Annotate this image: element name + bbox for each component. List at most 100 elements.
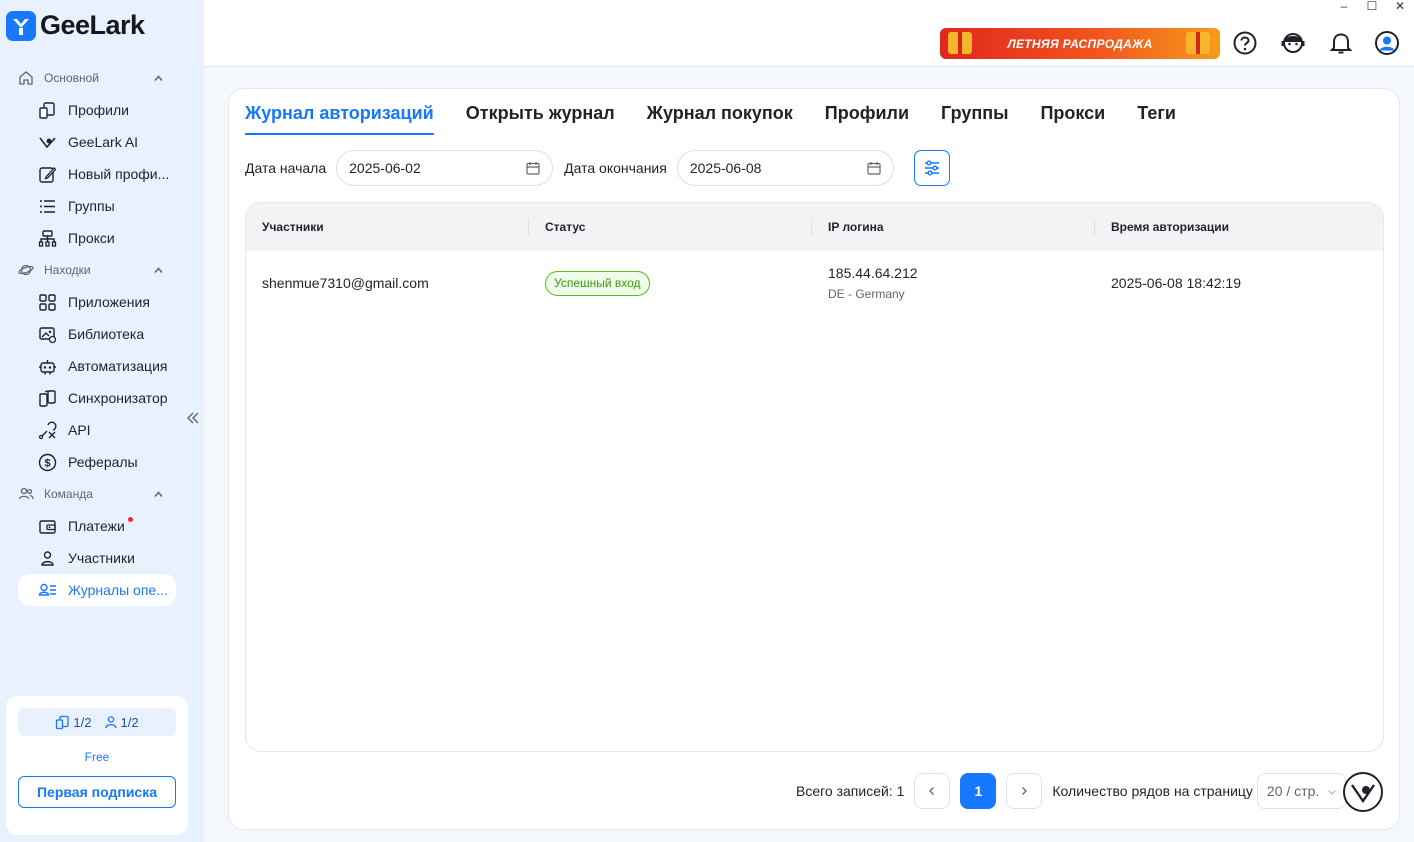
sidebar-item-label: Участники (68, 550, 135, 566)
chevron-right-icon (1022, 787, 1028, 795)
promo-text: ЛЕТНЯЯ РАСПРОДАЖА (1007, 36, 1153, 51)
team-icon (18, 487, 34, 500)
tab-groups[interactable]: Группы (941, 103, 1008, 135)
svg-text:$: $ (44, 457, 50, 469)
support-agent-icon[interactable] (1280, 30, 1306, 56)
tab-tags[interactable]: Теги (1137, 103, 1176, 135)
help-icon[interactable] (1232, 30, 1258, 56)
advanced-filter-button[interactable] (913, 150, 950, 186)
apps-icon (39, 293, 56, 311)
tab-open-log[interactable]: Открыть журнал (466, 103, 615, 135)
sidebar-item-label: Новый профи... (68, 166, 170, 182)
ip-location: DE - Germany (828, 287, 905, 301)
date-filters: Дата начала 2025-06-02 Дата окончания 20… (245, 150, 950, 186)
api-icon (38, 420, 57, 439)
sidebar-item-automation[interactable]: Автоматизация (0, 350, 176, 382)
column-header-time: Время авторизации (1111, 220, 1229, 234)
sidebar-item-new-profile[interactable]: Новый профи... (0, 158, 176, 190)
ip-address: 185.44.64.212 (828, 265, 918, 281)
sidebar-item-library[interactable]: Библиотека (0, 318, 176, 350)
total-records: Всего записей: 1 (796, 783, 905, 799)
sidebar-item-label: Группы (68, 198, 115, 214)
tab-proxy[interactable]: Прокси (1040, 103, 1105, 135)
sidebar-item-label: Прокси (68, 230, 115, 246)
close-icon[interactable]: ✕ (1386, 0, 1414, 14)
page-size-value: 20 / стр. (1266, 783, 1320, 799)
ai-icon (39, 136, 56, 148)
sidebar-item-operation-logs[interactable]: Журналы опе... (18, 574, 176, 606)
table-header: Участники Статус IP логина Время авториз… (246, 203, 1383, 251)
sidebar-nav: Основной Профили GeeLark AI Новый профи.… (0, 62, 204, 606)
geelark-logo-icon (6, 10, 36, 41)
sidebar-item-referrals[interactable]: $ Рефералы (0, 446, 176, 478)
collapse-sidebar-icon[interactable] (186, 411, 200, 425)
sync-icon (39, 389, 56, 407)
user-avatar-icon[interactable] (1374, 30, 1400, 56)
sidebar-item-label: GeeLark AI (68, 134, 139, 150)
sidebar-item-members[interactable]: Участники (0, 542, 176, 574)
wallet-icon (39, 519, 56, 534)
calendar-icon (526, 162, 540, 175)
cell-member: shenmue7310@gmail.com (262, 275, 429, 291)
sidebar-item-proxy[interactable]: Прокси (0, 222, 176, 254)
plan-card: 1/2 1/2 Free Первая подписка (6, 696, 188, 835)
sidebar-item-groups[interactable]: Группы (0, 190, 176, 222)
gift-icon (948, 32, 972, 54)
tab-profiles[interactable]: Профили (825, 103, 909, 135)
logo[interactable]: GeeLark (6, 10, 145, 41)
gift-icon (1186, 32, 1210, 54)
profiles-icon (39, 101, 55, 119)
first-subscription-button[interactable]: Первая подписка (18, 776, 176, 808)
topbar: – ☐ ✕ ЛЕТНЯЯ РАСПРОДАЖА (204, 0, 1414, 67)
section-finds[interactable]: Находки (0, 254, 204, 286)
end-date-value: 2025-06-08 (689, 160, 762, 176)
cell-time: 2025-06-08 18:42:19 (1111, 275, 1241, 291)
assistant-button[interactable] (1343, 772, 1383, 812)
start-date-input[interactable]: 2025-06-02 (336, 150, 554, 186)
devices-count: 1/2 (73, 714, 92, 730)
chevron-up-icon (154, 267, 163, 273)
summer-sale-banner[interactable]: ЛЕТНЯЯ РАСПРОДАЖА (940, 28, 1220, 59)
maximize-icon[interactable]: ☐ (1358, 0, 1386, 14)
devices-icon (56, 715, 70, 729)
library-icon (39, 326, 57, 343)
referrals-icon: $ (38, 453, 57, 471)
tab-auth-log[interactable]: Журнал авторизаций (245, 103, 434, 135)
plan-tier: Free (84, 750, 110, 764)
sidebar-item-payments[interactable]: Платежи (0, 510, 176, 542)
operation-logs-panel: Журнал авторизаций Открыть журнал Журнал… (228, 88, 1400, 830)
section-main[interactable]: Основной (0, 62, 204, 94)
sidebar-item-label: Приложения (68, 294, 150, 310)
sidebar-item-synchronizer[interactable]: Синхронизатор (0, 382, 176, 414)
prev-page-button[interactable] (914, 773, 951, 809)
tab-purchase-log[interactable]: Журнал покупок (647, 103, 793, 135)
section-team[interactable]: Команда (0, 478, 204, 510)
log-tabs: Журнал авторизаций Открыть журнал Журнал… (245, 103, 1176, 135)
sidebar-item-api[interactable]: API (0, 414, 176, 446)
bell-icon[interactable] (1328, 30, 1354, 56)
sidebar-item-profiles[interactable]: Профили (0, 94, 176, 126)
next-page-button[interactable] (1006, 773, 1043, 809)
members-icon (104, 716, 117, 729)
section-finds-label: Находки (44, 263, 91, 277)
chevron-up-icon (154, 75, 163, 81)
column-header-members: Участники (246, 218, 529, 236)
sidebar-item-geelark-ai[interactable]: GeeLark AI (0, 126, 176, 158)
sidebar-item-label: Библиотека (68, 326, 145, 342)
new-profile-icon (39, 166, 57, 183)
status-badge: Успешный вход (545, 270, 650, 296)
sidebar-item-apps[interactable]: Приложения (0, 286, 176, 318)
automation-icon (39, 359, 56, 374)
cell-status: Успешный вход (529, 270, 812, 296)
start-date-label: Дата начала (245, 160, 327, 176)
sidebar-item-label: API (68, 422, 91, 438)
assistant-icon (1351, 784, 1375, 803)
page-size-select[interactable]: 20 / стр. (1256, 773, 1346, 809)
sidebar-item-label: Автоматизация (68, 358, 168, 374)
section-main-label: Основной (44, 71, 100, 85)
end-date-input[interactable]: 2025-06-08 (676, 150, 894, 186)
sidebar-item-label: Рефералы (68, 454, 138, 470)
minimize-icon[interactable]: – (1330, 0, 1358, 14)
page-button-current[interactable]: 1 (960, 773, 997, 809)
sidebar-item-label: Профили (68, 102, 129, 118)
